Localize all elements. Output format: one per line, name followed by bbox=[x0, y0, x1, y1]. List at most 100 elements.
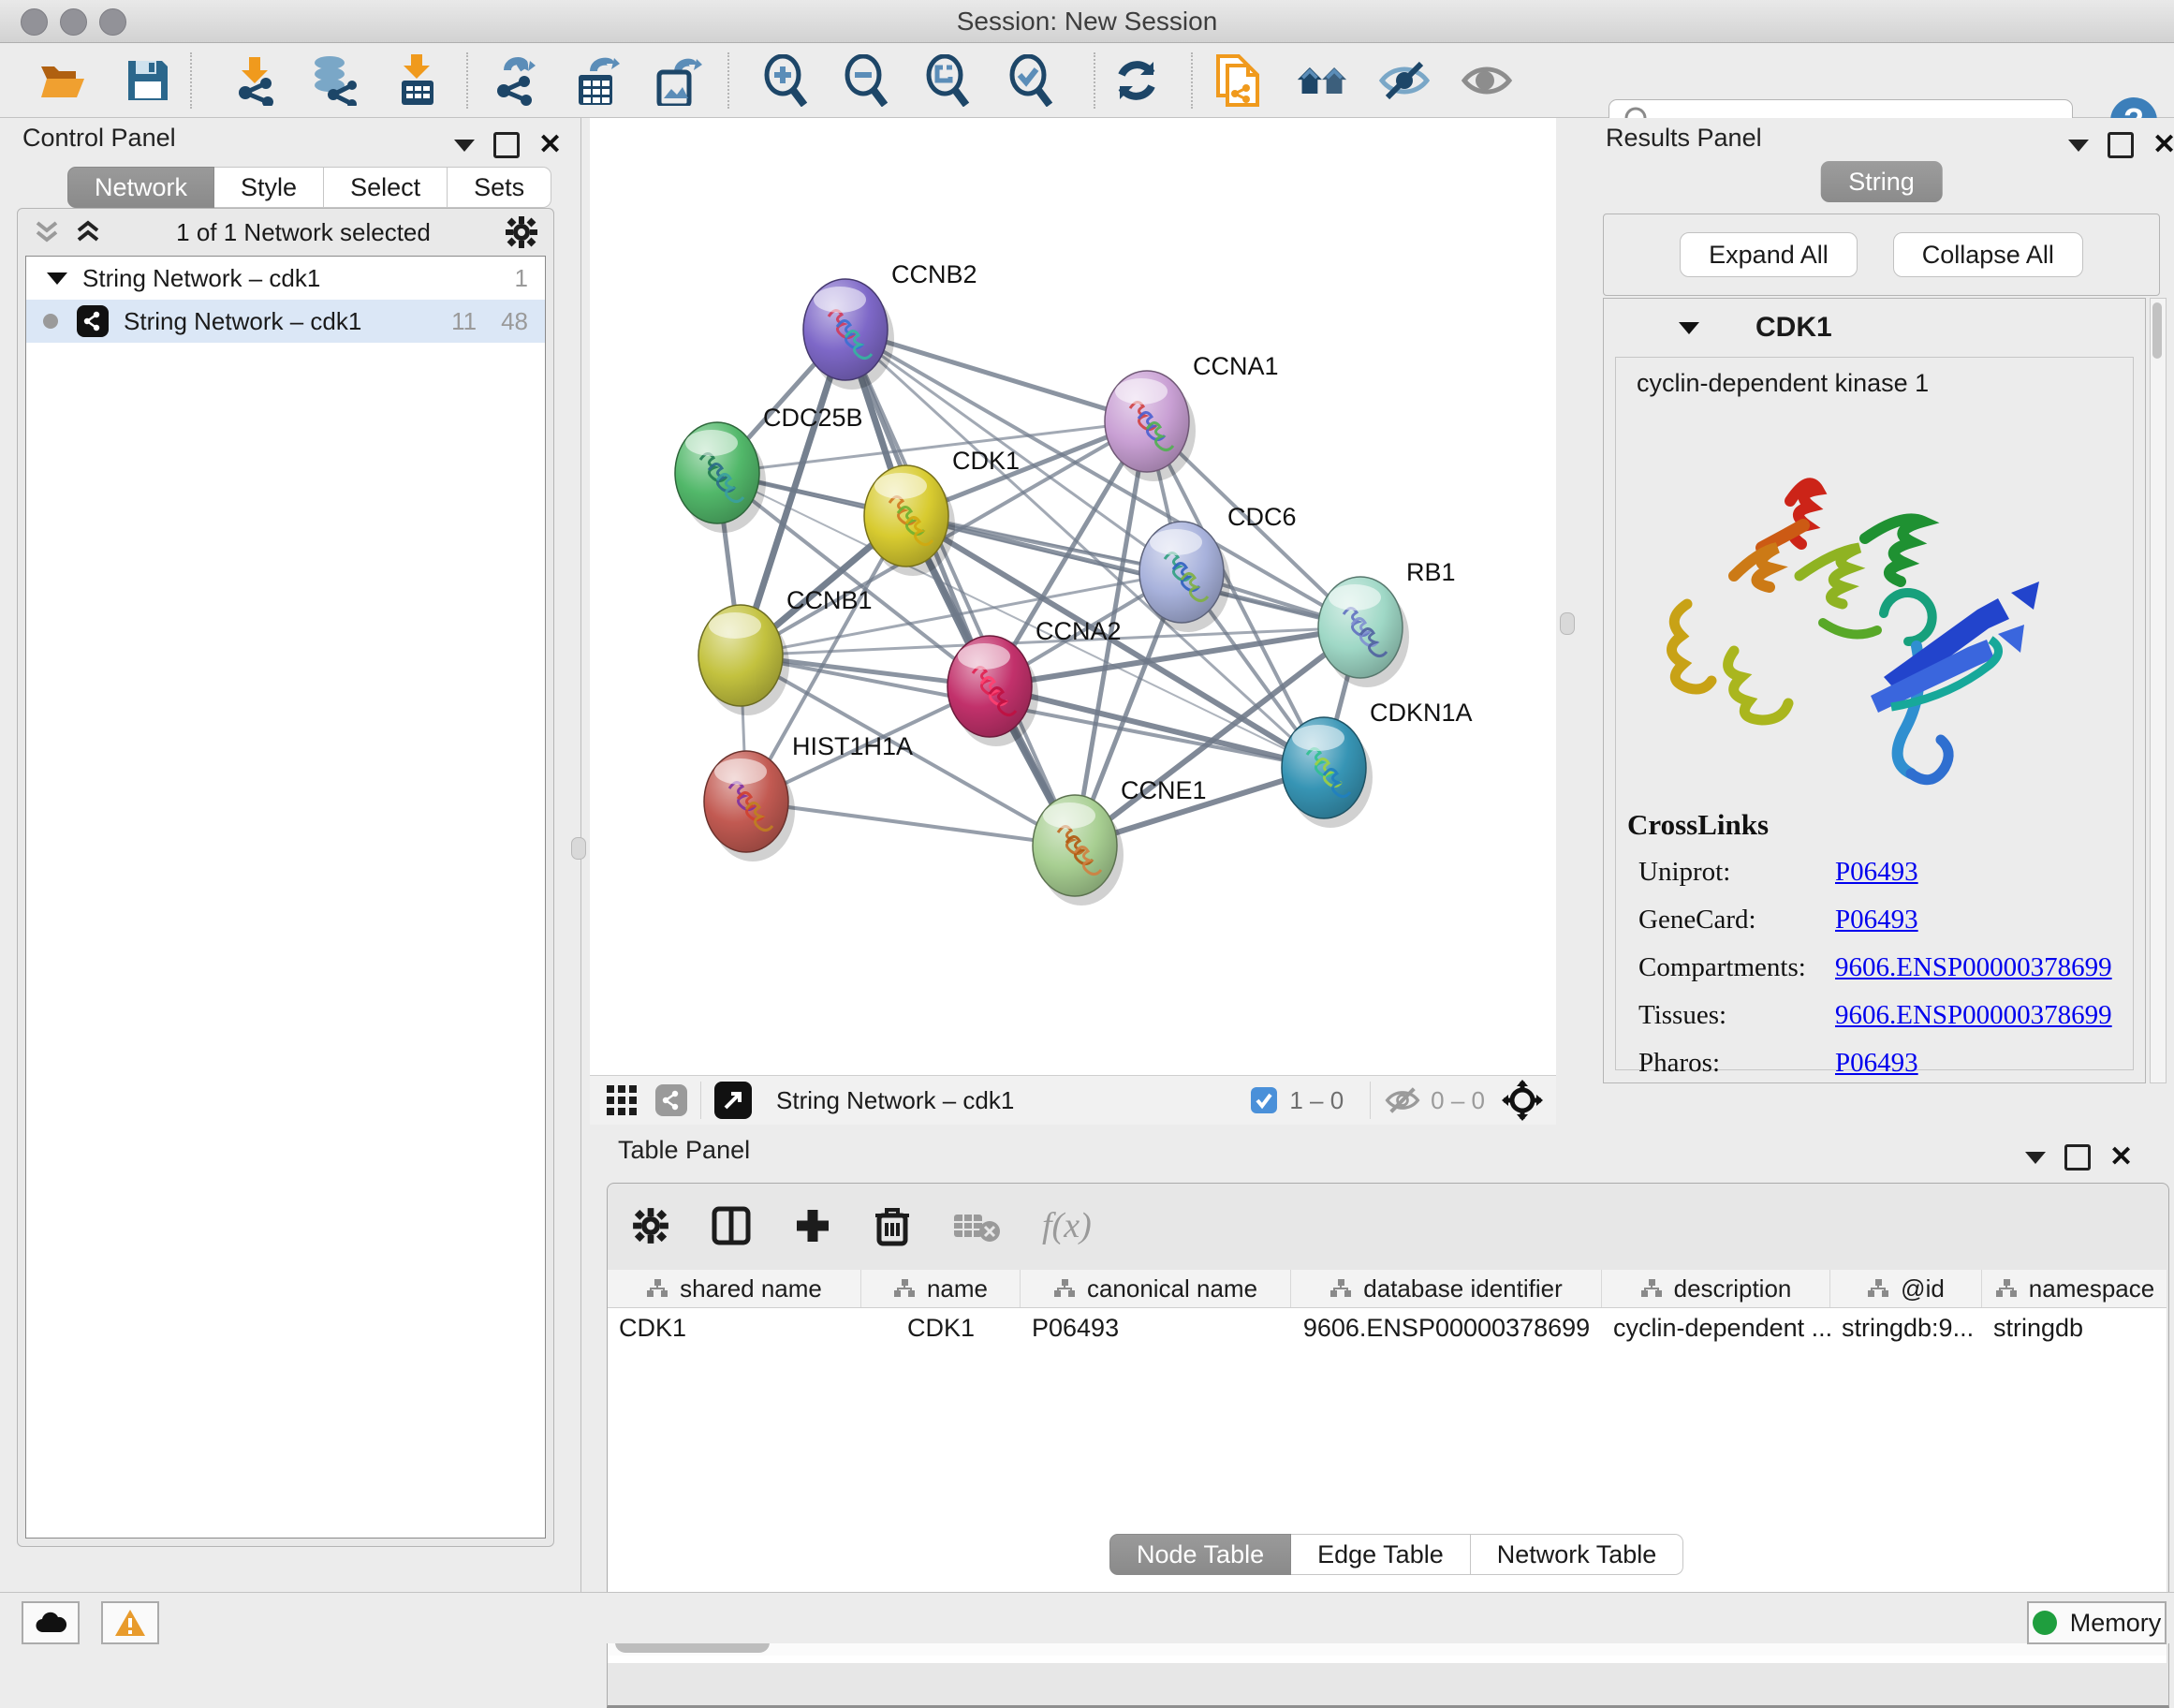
edge-CCNB2-CCNE1[interactable] bbox=[845, 330, 1075, 846]
crosslink-link[interactable]: P06493 bbox=[1835, 857, 1918, 888]
node-HIST1H1A[interactable]: HIST1H1A bbox=[704, 732, 913, 861]
table-cell[interactable]: stringdb:9... bbox=[1830, 1308, 1982, 1347]
node-CDKN1A[interactable]: CDKN1A bbox=[1282, 699, 1473, 828]
control-panel-close-button[interactable]: ✕ bbox=[538, 135, 562, 155]
tab-style[interactable]: Style bbox=[214, 167, 324, 208]
results-panel-close-button[interactable]: ✕ bbox=[2152, 135, 2174, 155]
node-details-section: CDK1 cyclin-dependent kinase 1 bbox=[1603, 298, 2146, 1083]
crosslink-link[interactable]: P06493 bbox=[1835, 905, 1918, 935]
crosslink-link[interactable]: 9606.ENSP00000378699 bbox=[1835, 1000, 2112, 1031]
expand-all-button[interactable]: Expand All bbox=[1680, 232, 1858, 277]
results-panel-float-button[interactable] bbox=[2108, 132, 2134, 158]
node-label-RB1: RB1 bbox=[1406, 558, 1456, 586]
node-RB1[interactable]: RB1 bbox=[1318, 558, 1456, 687]
table-panel-float-button[interactable] bbox=[2064, 1144, 2091, 1171]
network-collection-row[interactable]: String Network – cdk1 1 bbox=[26, 257, 545, 300]
crosslink-link[interactable]: P06493 bbox=[1835, 1048, 1918, 1079]
delete-table-icon[interactable] bbox=[952, 1209, 1001, 1243]
network-graph[interactable]: CCNB2CCNA1CDC25BCDK1CDC6RB1CCNB1CCNA2CDK… bbox=[590, 118, 1556, 1075]
delete-column-trash-icon[interactable] bbox=[874, 1204, 911, 1247]
eye-slash-icon bbox=[1378, 60, 1431, 101]
column-header-description[interactable]: description bbox=[1602, 1270, 1830, 1307]
tab-select[interactable]: Select bbox=[324, 167, 448, 208]
export-table-button[interactable] bbox=[571, 54, 624, 107]
crosslink-link[interactable]: 9606.ENSP00000378699 bbox=[1835, 952, 2112, 983]
zoom-fit-button[interactable] bbox=[922, 54, 975, 107]
table-cell[interactable]: CDK1 bbox=[861, 1308, 1021, 1347]
first-neighbors-button[interactable] bbox=[1296, 54, 1348, 107]
tab-sets[interactable]: Sets bbox=[448, 167, 551, 208]
import-table-file-button[interactable] bbox=[391, 54, 444, 107]
create-column-plus-icon[interactable] bbox=[793, 1206, 832, 1245]
zoom-in-button[interactable] bbox=[760, 54, 813, 107]
export-image-button[interactable] bbox=[653, 54, 705, 107]
results-panel-menu-caret[interactable] bbox=[2068, 140, 2089, 152]
column-header-shared-name[interactable]: shared name bbox=[608, 1270, 861, 1307]
table-row[interactable]: CDK1CDK1P064939606.ENSP00000378699cyclin… bbox=[608, 1308, 2167, 1347]
column-header-database-identifier[interactable]: database identifier bbox=[1291, 1270, 1602, 1307]
selected-checkbox-icon[interactable] bbox=[1250, 1086, 1278, 1114]
save-session-button[interactable] bbox=[122, 54, 174, 107]
control-panel-float-button[interactable] bbox=[493, 132, 520, 158]
collection-expander-caret[interactable] bbox=[47, 272, 67, 285]
tab-node-table[interactable]: Node Table bbox=[1109, 1534, 1291, 1575]
string-document-icon bbox=[1214, 52, 1263, 109]
column-header-canonical-name[interactable]: canonical name bbox=[1021, 1270, 1291, 1307]
column-header-namespace[interactable]: namespace bbox=[1982, 1270, 2167, 1307]
left-splitter-handle[interactable] bbox=[571, 837, 586, 860]
node-CCNA1[interactable]: CCNA1 bbox=[1105, 352, 1279, 481]
collapse-all-networks-icon[interactable] bbox=[74, 219, 102, 245]
navigate-crosshair-icon[interactable] bbox=[1502, 1080, 1543, 1121]
node-label-CDK1: CDK1 bbox=[952, 447, 1020, 475]
tab-network-table[interactable]: Network Table bbox=[1471, 1534, 1684, 1575]
export-network-button[interactable] bbox=[489, 54, 541, 107]
control-panel-menu-caret[interactable] bbox=[454, 140, 475, 152]
protein-structure-image bbox=[1650, 426, 2080, 801]
edge-HIST1H1A-CCNE1[interactable] bbox=[746, 802, 1075, 846]
import-table-icon bbox=[396, 54, 439, 107]
open-in-browser-icon[interactable] bbox=[714, 1082, 752, 1119]
string-view-icon[interactable] bbox=[655, 1084, 687, 1116]
table-panel-menu-caret[interactable] bbox=[2025, 1152, 2046, 1164]
right-splitter-handle[interactable] bbox=[1560, 612, 1575, 635]
function-builder-icon[interactable]: f(x) bbox=[1042, 1205, 1092, 1246]
show-all-button[interactable] bbox=[1461, 54, 1513, 107]
zoom-out-button[interactable] bbox=[841, 54, 893, 107]
open-session-button[interactable] bbox=[37, 54, 90, 107]
results-tab-string[interactable]: String bbox=[1820, 161, 1943, 202]
table-cell[interactable]: stringdb bbox=[1982, 1308, 2167, 1347]
import-network-file-button[interactable] bbox=[228, 54, 281, 107]
cloud-status-button[interactable] bbox=[22, 1601, 80, 1644]
birds-eye-grid-icon[interactable] bbox=[605, 1083, 639, 1117]
collapse-all-button[interactable]: Collapse All bbox=[1893, 232, 2083, 277]
expand-all-networks-icon[interactable] bbox=[33, 219, 61, 245]
table-panel-close-button[interactable]: ✕ bbox=[2109, 1147, 2133, 1168]
apply-layout-button[interactable] bbox=[1110, 54, 1163, 107]
node-CCNE1[interactable]: CCNE1 bbox=[1033, 776, 1207, 906]
open-folder-icon bbox=[39, 59, 88, 102]
hide-selected-button[interactable] bbox=[1378, 54, 1431, 107]
results-scrollbar[interactable] bbox=[2150, 298, 2167, 1083]
node-label-CDKN1A: CDKN1A bbox=[1370, 699, 1473, 727]
table-cell[interactable]: CDK1 bbox=[608, 1308, 861, 1347]
section-expander-caret[interactable] bbox=[1679, 322, 1699, 334]
zoom-selected-button[interactable] bbox=[1006, 54, 1058, 107]
refresh-icon bbox=[1112, 56, 1161, 105]
string-import-button[interactable] bbox=[1212, 54, 1265, 107]
import-network-database-button[interactable] bbox=[307, 54, 360, 107]
table-settings-gear-icon[interactable] bbox=[632, 1207, 669, 1244]
warnings-button[interactable] bbox=[101, 1601, 159, 1644]
network-row[interactable]: String Network – cdk1 11 48 bbox=[26, 300, 545, 343]
table-cell[interactable]: P06493 bbox=[1021, 1308, 1291, 1347]
tab-edge-table[interactable]: Edge Table bbox=[1291, 1534, 1471, 1575]
show-columns-icon[interactable] bbox=[711, 1205, 752, 1246]
column-header-id[interactable]: @id bbox=[1830, 1270, 1982, 1307]
network-canvas[interactable]: CCNB2CCNA1CDC25BCDK1CDC6RB1CCNB1CCNA2CDK… bbox=[590, 118, 1556, 1075]
tab-network[interactable]: Network bbox=[67, 167, 214, 208]
table-cell[interactable]: cyclin-dependent ... bbox=[1602, 1308, 1830, 1347]
memory-button[interactable]: Memory bbox=[2027, 1601, 2167, 1644]
node-CDC6[interactable]: CDC6 bbox=[1139, 503, 1297, 632]
column-header-name[interactable]: name bbox=[861, 1270, 1021, 1307]
table-cell[interactable]: 9606.ENSP00000378699 bbox=[1291, 1308, 1602, 1347]
network-options-gear-icon[interactable] bbox=[505, 215, 538, 249]
